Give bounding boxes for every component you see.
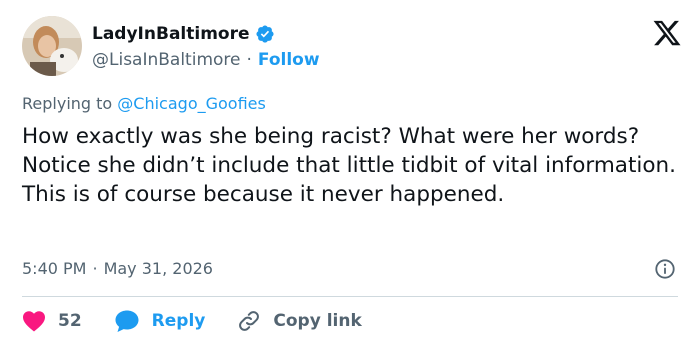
timestamp-separator: · <box>92 259 98 278</box>
copy-link-label: Copy link <box>273 311 362 331</box>
avatar[interactable] <box>22 16 82 76</box>
info-icon[interactable] <box>654 258 676 280</box>
x-logo-icon[interactable] <box>652 18 682 48</box>
handle[interactable]: @LisaInBaltimore <box>92 50 240 70</box>
name-row: LadyInBaltimore <box>92 24 275 44</box>
tweet-date[interactable]: May 31, 2026 <box>104 259 213 278</box>
reply-bubble-icon <box>115 310 139 332</box>
copy-link-button[interactable]: Copy link <box>237 309 362 333</box>
replying-prefix: Replying to <box>22 94 113 113</box>
like-count: 52 <box>58 311 82 331</box>
timestamp: 5:40 PM · May 31, 2026 <box>22 259 213 278</box>
action-bar: 52 Reply Copy link <box>22 306 394 336</box>
tweet-text: How exactly was she being racist? What w… <box>22 124 676 207</box>
tweet-time[interactable]: 5:40 PM <box>22 259 86 278</box>
heart-icon <box>23 311 45 332</box>
link-icon <box>239 311 260 331</box>
follow-button[interactable]: Follow <box>258 50 320 70</box>
reply-label: Reply <box>151 311 206 331</box>
tweet-header: LadyInBaltimore @LisaInBaltimore · Follo… <box>22 16 682 78</box>
handle-row: @LisaInBaltimore · Follow <box>92 50 320 70</box>
replying-to: Replying to @Chicago_Goofies <box>22 94 266 113</box>
separator: · <box>246 50 252 70</box>
verified-badge-icon <box>255 25 274 43</box>
replying-mention[interactable]: @Chicago_Goofies <box>117 94 266 113</box>
reply-button[interactable]: Reply <box>114 309 206 333</box>
divider <box>22 296 678 297</box>
display-name[interactable]: LadyInBaltimore <box>92 24 250 44</box>
like-button[interactable]: 52 <box>22 310 82 332</box>
